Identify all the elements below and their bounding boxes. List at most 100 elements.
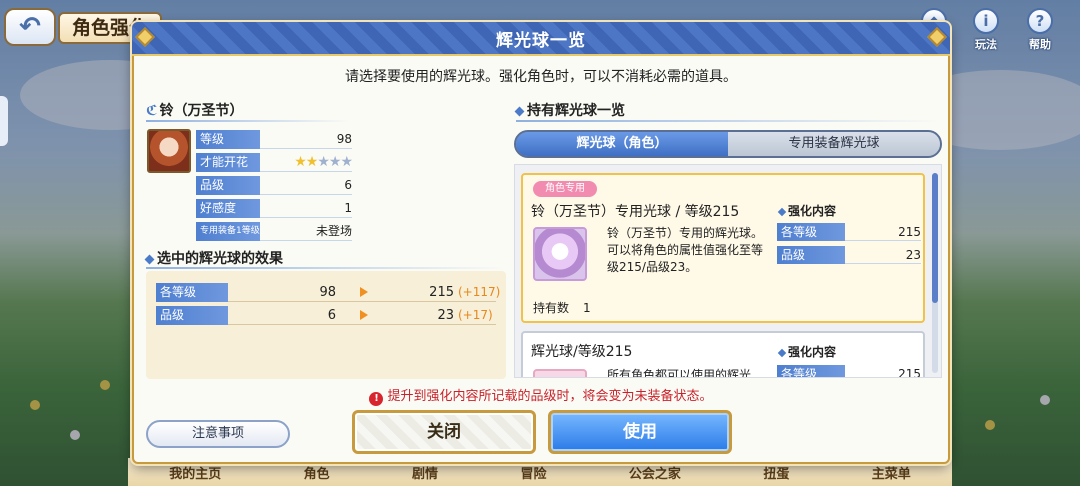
enhance-label: 品级	[777, 246, 845, 264]
divider	[228, 324, 496, 325]
dialog-header: 辉光球一览	[132, 22, 950, 56]
orb-list[interactable]: 角色专用 铃（万圣节）专用光球 / 等级215 铃（万圣节）专用的辉光球。可以将…	[514, 164, 942, 378]
orb-description: 所有角色都可以使用的辉光	[607, 368, 752, 378]
divider	[845, 240, 921, 241]
side-tab[interactable]	[0, 96, 8, 146]
diamond-icon	[777, 348, 787, 357]
use-button[interactable]: 使用	[548, 410, 732, 454]
effect-heading-text: 选中的辉光球的效果	[157, 251, 283, 267]
orb-card[interactable]: 辉光球/等级215 所有角色都可以使用的辉光 强化内容 各等级 215	[521, 331, 925, 378]
effect-row-level: 各等级 98 215 (+117)	[156, 283, 500, 302]
enhance-heading: 强化内容	[777, 202, 837, 219]
stat-label: 才能开花	[196, 153, 260, 172]
stat-value: 6	[344, 178, 352, 192]
nav-home[interactable]: 我的主页	[169, 463, 221, 482]
gameplay-button[interactable]: i 玩法	[964, 8, 1008, 52]
help-label: 帮助	[1029, 38, 1051, 51]
enhance-row: 各等级 215	[777, 223, 921, 241]
diamond-icon	[777, 207, 787, 216]
warning-icon: !	[369, 392, 384, 406]
arrow-right-icon	[360, 287, 368, 297]
help-button[interactable]: ? 帮助	[1018, 8, 1062, 52]
nav-story[interactable]: 剧情	[412, 463, 438, 482]
dialog-title: 辉光球一览	[496, 30, 586, 51]
divider	[228, 301, 496, 302]
nav-menu[interactable]: 主菜单	[872, 463, 911, 482]
effect-increase: (+17)	[458, 308, 493, 322]
character-name-heading: ℭ 铃（万圣节）	[146, 100, 243, 120]
orb-title: 辉光球/等级215	[531, 344, 633, 360]
enhance-row: 品级 23	[777, 246, 921, 264]
stat-talent-bloom: 才能开花 ★★★★★	[196, 153, 353, 172]
owned-label: 持有数	[533, 301, 570, 315]
stat-label: 专用装备1等级	[196, 222, 260, 241]
stat-level: 等级 98	[196, 130, 352, 149]
corner-ornament	[135, 27, 155, 47]
scrollbar-thumb[interactable]	[932, 173, 938, 303]
stat-label: 等级	[196, 130, 260, 149]
back-button[interactable]: ↶	[4, 8, 56, 46]
star-empty-icon: ★	[328, 154, 342, 170]
divider	[845, 263, 921, 264]
effect-before-value: 6	[327, 308, 336, 323]
enhance-value: 23	[905, 248, 921, 262]
enhance-value: 215	[898, 367, 921, 378]
orb-list-heading: 持有辉光球一览	[514, 100, 625, 120]
orb-description: 铃（万圣节）专用的辉光球。可以将角色的属性值强化至等级215/品级23。	[607, 226, 764, 274]
nav-character[interactable]: 角色	[304, 463, 330, 482]
character-portrait	[147, 129, 191, 173]
stat-rank: 品级 6	[196, 176, 352, 195]
diamond-icon	[144, 254, 155, 264]
warning-message: ! 提升到强化内容所记载的品级时，将会变为未装备状态。	[134, 385, 948, 406]
exclusive-badge: 角色专用	[533, 181, 597, 197]
nav-adventure[interactable]: 冒险	[520, 463, 546, 482]
divider	[146, 120, 351, 122]
stat-value: 未登场	[315, 224, 352, 238]
owned-value: 1	[583, 301, 591, 315]
close-button[interactable]: 关闭	[352, 410, 536, 454]
back-arrow-icon: ↶	[19, 12, 41, 42]
tab-equipment-orbs[interactable]: 专用装备辉光球	[728, 132, 940, 156]
stat-label: 品级	[196, 176, 260, 195]
divider	[146, 267, 506, 269]
effect-heading: 选中的辉光球的效果	[144, 248, 283, 268]
warning-text: 提升到强化内容所记载的品级时，将会变为未装备状态。	[387, 389, 713, 404]
tab-character-orbs[interactable]: 辉光球（角色）	[516, 132, 728, 156]
character-name: 铃（万圣节）	[159, 103, 244, 119]
enhance-heading-text: 强化内容	[788, 204, 837, 218]
orb-icon	[533, 369, 587, 377]
enhance-row: 各等级 215	[777, 365, 921, 378]
star-rating: ★★★★★	[294, 154, 353, 171]
effect-after-value: 23	[437, 308, 454, 323]
owned-count: 持有数 1	[533, 299, 591, 316]
effect-row-rank: 品级 6 23 (+17)	[156, 306, 496, 325]
info-icon: i	[973, 8, 999, 34]
star-filled-icon: ★	[294, 154, 307, 170]
enhance-label: 各等级	[777, 223, 845, 241]
orb-title: 铃（万圣节）专用光球 / 等级215	[531, 204, 740, 220]
effect-label: 品级	[156, 306, 228, 325]
nav-gacha[interactable]: 扭蛋	[763, 463, 789, 482]
arrow-right-icon	[360, 310, 368, 320]
divider	[260, 171, 352, 172]
dialog-instruction: 请选择要使用的辉光球。强化角色时，可以不消耗必需的道具。	[345, 69, 737, 85]
enhance-label: 各等级	[777, 365, 845, 377]
divider	[516, 120, 942, 122]
orb-list-heading-text: 持有辉光球一览	[527, 103, 625, 119]
orb-type-tabs: 辉光球（角色） 专用装备辉光球	[514, 130, 942, 158]
star-empty-icon: ★	[317, 154, 330, 170]
divider	[260, 194, 352, 195]
diamond-icon	[514, 106, 525, 116]
divider	[260, 148, 352, 149]
stat-label: 好感度	[196, 199, 260, 218]
orb-card-selected[interactable]: 角色专用 铃（万圣节）专用光球 / 等级215 铃（万圣节）专用的辉光球。可以将…	[521, 173, 925, 323]
enhance-heading: 强化内容	[777, 343, 836, 360]
orb-list-dialog: 辉光球一览 请选择要使用的辉光球。强化角色时，可以不消耗必需的道具。 ℭ 铃（万圣…	[132, 22, 950, 464]
effect-panel: 各等级 98 215 (+117) 品级 6 23 (+17)	[146, 271, 506, 379]
divider	[260, 240, 352, 241]
notes-button[interactable]: 注意事项	[146, 420, 290, 448]
nav-guild[interactable]: 公会之家	[629, 463, 681, 482]
orb-icon	[533, 227, 587, 281]
effect-label: 各等级	[156, 283, 228, 302]
stat-value: 1	[344, 201, 352, 215]
